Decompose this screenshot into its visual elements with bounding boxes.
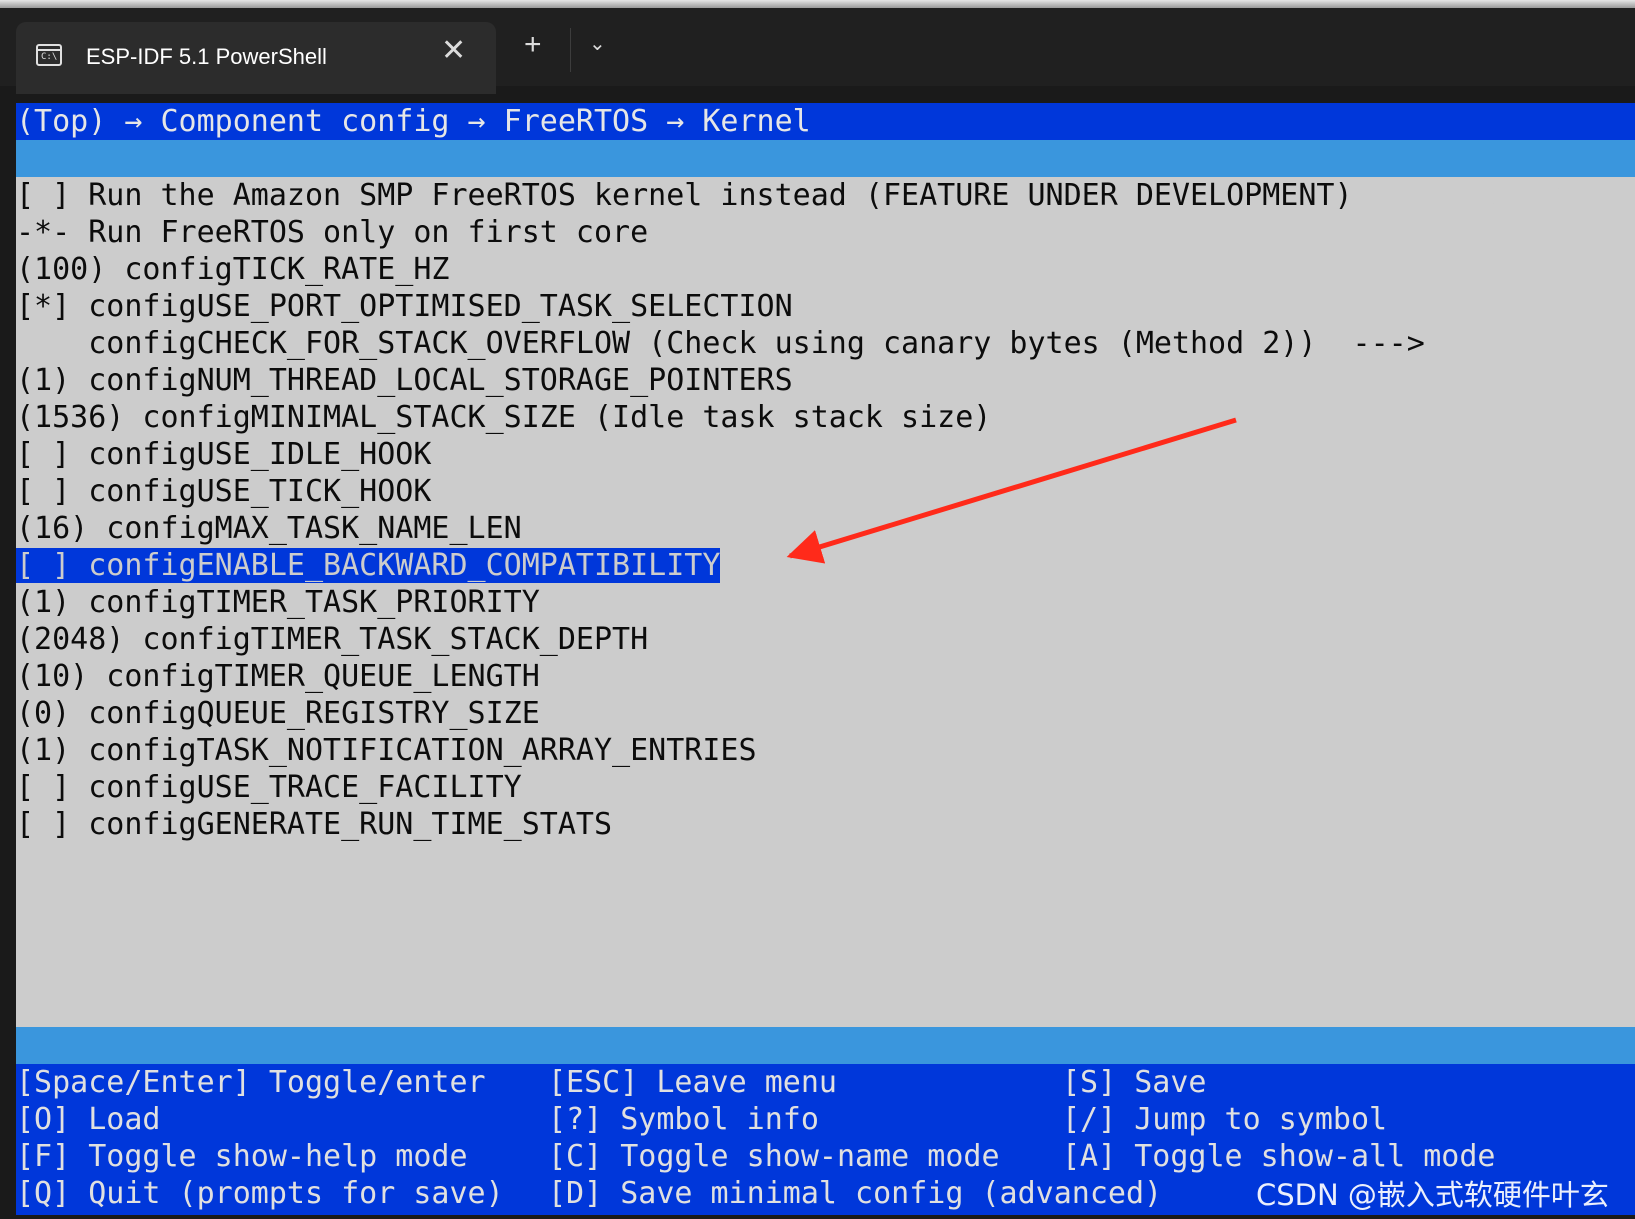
annotation-arrow [786, 417, 1237, 564]
watermark: CSDN @嵌入式软硬件叶玄 [1256, 1178, 1609, 1212]
arrow-line [786, 417, 1237, 564]
